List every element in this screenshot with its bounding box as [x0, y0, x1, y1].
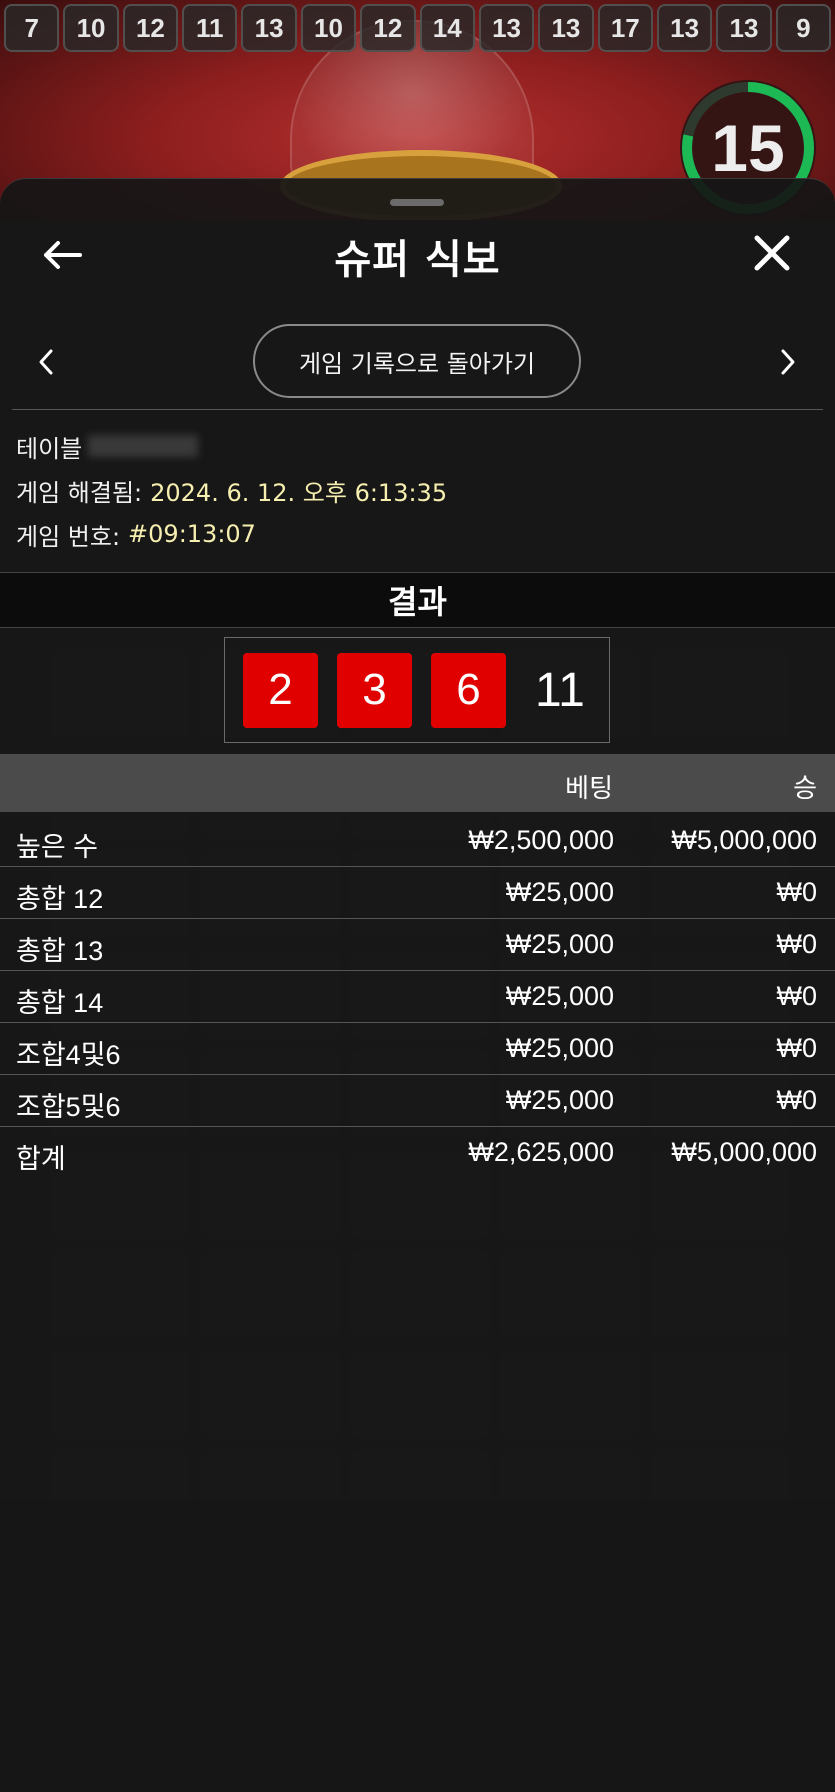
win-column-header: 승 [793, 774, 817, 804]
game-history-sheet: 슈퍼 식보 게임 기록으로 돌아가기 테이블 게임 해결됨: 2024. 6. [0, 178, 835, 1792]
total-row: 합계 ₩2,625,000 ₩5,000,000 [0, 1127, 835, 1178]
previous-game-button[interactable] [26, 340, 66, 384]
win-amount: ₩0 [776, 1085, 818, 1115]
history-result: 9 [775, 4, 832, 52]
win-amount: ₩5,000,000 [671, 825, 817, 855]
history-result: 7 [4, 4, 60, 52]
bet-amount: ₩25,000 [505, 877, 614, 907]
dice-total: 11 [535, 663, 585, 717]
game-info: 테이블 게임 해결됨: 2024. 6. 12. 오후 6:13:35 게임 번… [16, 424, 816, 556]
page-title: 슈퍼 식보 [334, 237, 501, 283]
history-result: 11 [182, 4, 238, 52]
bet-name: 높은 수 [16, 832, 99, 862]
table-label: 테이블 [16, 434, 83, 463]
history-result: 12 [122, 4, 179, 52]
game-number-info: 게임 번호: #09:13:07 [16, 512, 816, 556]
table-info: 테이블 [16, 424, 816, 468]
chevron-right-icon [781, 349, 795, 375]
game-number-label: 게임 번호: [16, 522, 121, 551]
bet-amount: ₩25,000 [505, 981, 614, 1011]
next-game-button[interactable] [768, 340, 808, 384]
table-row: 총합 14 ₩25,000 ₩0 [0, 971, 835, 1023]
sheet-header: 슈퍼 식보 [0, 219, 835, 289]
die-value: 2 [243, 652, 318, 728]
table-row: 높은 수 ₩2,500,000 ₩5,000,000 [0, 815, 835, 867]
win-amount: ₩0 [776, 929, 818, 959]
divider [12, 409, 823, 410]
bet-amount: ₩2,500,000 [468, 825, 614, 855]
resolved-label: 게임 해결됨: [16, 478, 143, 507]
history-result: 12 [360, 4, 416, 52]
results-history-bar: 7 10 12 11 13 10 12 14 13 13 17 13 13 9 [0, 0, 835, 52]
bet-name: 조합5및6 [16, 1092, 121, 1122]
table-row: 총합 12 ₩25,000 ₩0 [0, 867, 835, 919]
result-heading: 결과 [0, 572, 835, 628]
close-icon [754, 235, 790, 271]
bet-amount: ₩25,000 [505, 929, 614, 959]
die-value: 6 [431, 652, 506, 728]
table-row: 조합5및6 ₩25,000 ₩0 [0, 1075, 835, 1127]
history-result: 13 [656, 4, 713, 52]
table-row: 조합4및6 ₩25,000 ₩0 [0, 1023, 835, 1075]
die-value: 3 [337, 652, 412, 728]
history-result: 17 [597, 4, 653, 52]
bet-name: 조합4및6 [16, 1040, 121, 1070]
total-bet-amount: ₩2,625,000 [468, 1137, 614, 1167]
back-to-history-button[interactable]: 게임 기록으로 돌아가기 [253, 324, 581, 398]
table-row: 총합 13 ₩25,000 ₩0 [0, 919, 835, 971]
history-result: 13 [716, 4, 772, 52]
history-result: 14 [419, 4, 475, 52]
history-result: 13 [538, 4, 594, 52]
resolved-value: 2024. 6. 12. 오후 6:13:35 [150, 478, 448, 507]
resolved-info: 게임 해결됨: 2024. 6. 12. 오후 6:13:35 [16, 468, 816, 512]
bet-name: 총합 14 [16, 988, 104, 1018]
history-result: 10 [63, 4, 119, 52]
dice-result: 2 3 6 11 [224, 637, 610, 743]
history-result: 13 [241, 4, 297, 52]
win-amount: ₩0 [776, 1033, 818, 1063]
bet-name: 총합 12 [16, 884, 104, 914]
total-label: 합계 [16, 1144, 66, 1174]
bet-name: 총합 13 [16, 936, 104, 966]
win-amount: ₩0 [776, 981, 818, 1011]
history-result: 10 [300, 4, 357, 52]
close-button[interactable] [746, 227, 798, 279]
win-amount: ₩0 [776, 877, 818, 907]
game-navigation: 게임 기록으로 돌아가기 [0, 324, 835, 400]
bet-amount: ₩25,000 [505, 1033, 614, 1063]
bets-table-header: 베팅 승 [0, 754, 835, 812]
bet-column-header: 베팅 [565, 774, 613, 804]
bet-amount: ₩25,000 [505, 1085, 614, 1115]
history-result: 13 [478, 4, 535, 52]
game-number-value: #09:13:07 [128, 520, 256, 548]
sheet-drag-handle[interactable] [390, 199, 444, 206]
chevron-left-icon [39, 349, 53, 375]
bets-table: 높은 수 ₩2,500,000 ₩5,000,000 총합 12 ₩25,000… [0, 815, 835, 1178]
total-win-amount: ₩5,000,000 [671, 1137, 817, 1167]
redacted-table-name [88, 435, 199, 457]
